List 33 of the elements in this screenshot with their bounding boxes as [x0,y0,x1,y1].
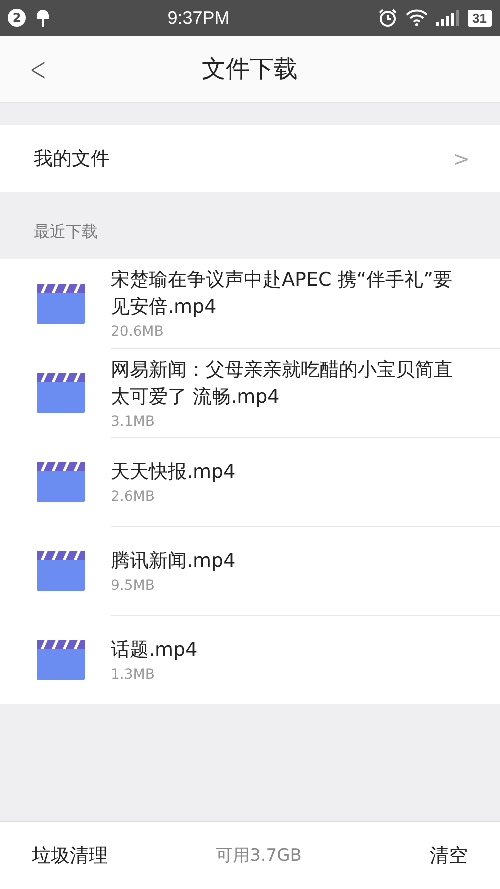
cleanup-button[interactable]: 垃圾清理 [32,842,108,868]
clock-time: 9:37PM [166,8,231,28]
signal-icon [436,10,460,26]
file-size: 1.3MB [111,667,156,683]
file-item[interactable]: 腾讯新闻.mp4 9.5MB [0,526,500,615]
file-item[interactable]: 话题.mp4 1.3MB [0,615,500,704]
file-name: 网易新闻：父母亲亲就吃醋的小宝贝简直太可爱了 流畅.mp4 [111,358,454,410]
file-size: 2.6MB [111,489,156,505]
file-size: 9.5MB [111,578,156,594]
file-name: 宋楚瑜在争议声中赴APEC 携“伴手礼”要见安倍.mp4 [111,268,454,320]
page-title: 文件下载 [202,54,298,85]
file-name: 天天快报.mp4 [111,460,237,485]
section-title: 最近下载 [34,222,98,243]
notification-count: 2 [8,9,26,27]
my-files-row[interactable]: 我的文件 > [0,125,500,192]
file-name: 腾讯新闻.mp4 [111,549,237,574]
alarm-icon [378,8,398,28]
back-button[interactable]: < [30,50,47,90]
storage-available: 可用3.7GB [216,845,302,867]
battery-level: 31 [468,10,492,26]
video-file-icon [37,462,85,502]
wifi-icon [406,9,428,27]
clear-button[interactable]: 清空 [430,842,468,868]
video-file-icon [37,284,85,324]
file-size: 20.6MB [111,324,165,340]
file-item[interactable]: 网易新闻：父母亲亲就吃醋的小宝贝简直太可爱了 流畅.mp4 3.1MB [0,348,500,437]
file-size: 3.1MB [111,414,156,430]
file-name: 话题.mp4 [111,638,199,663]
video-file-icon [37,550,85,590]
video-file-icon [37,372,85,412]
file-item[interactable]: 宋楚瑜在争议声中赴APEC 携“伴手礼”要见安倍.mp4 20.6MB [0,259,500,348]
video-file-icon [37,640,85,680]
file-item[interactable]: 天天快报.mp4 2.6MB [0,437,500,526]
